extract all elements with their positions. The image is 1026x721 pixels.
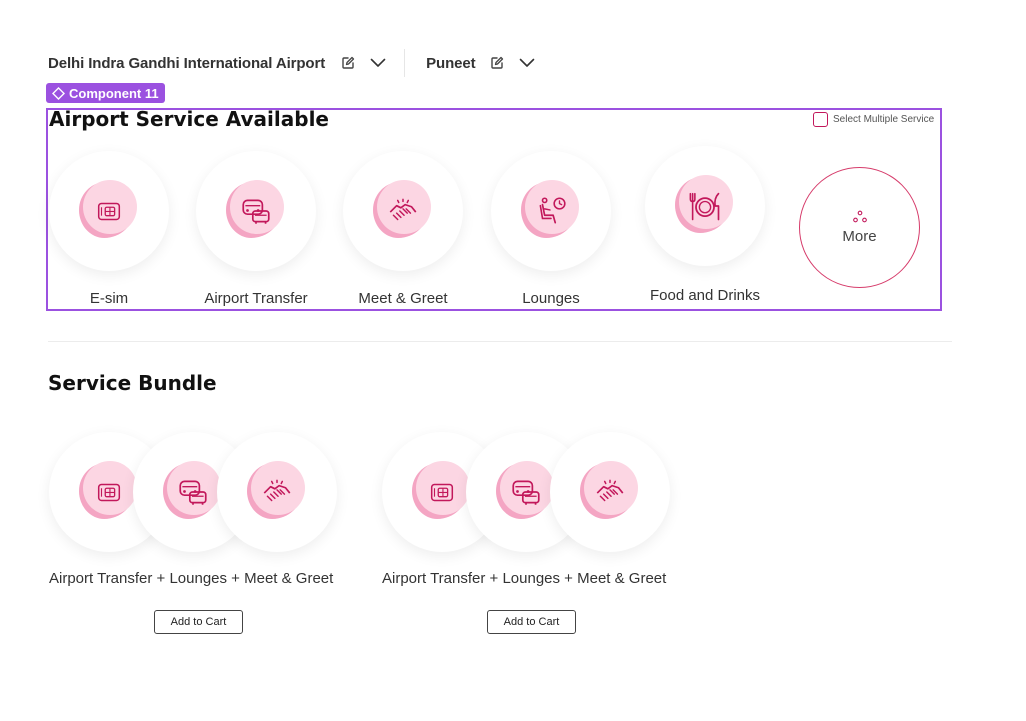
header-bar: Delhi Indra Gandhi International Airport…: [48, 49, 536, 77]
more-services-button[interactable]: More: [799, 167, 920, 288]
service-food-drinks[interactable]: [645, 146, 765, 266]
bundle-icon-circle: [217, 432, 337, 552]
edit-icon[interactable]: [339, 54, 357, 72]
diamond-icon: [52, 86, 65, 100]
component-tag-label: Component 11: [69, 85, 159, 101]
header-divider: [404, 49, 406, 77]
more-label: More: [842, 228, 877, 245]
sim-card-icon: [94, 196, 124, 226]
add-to-cart-button[interactable]: Add to Cart: [154, 610, 243, 634]
user-name-label: Puneet: [426, 54, 476, 72]
bundle-label: Airport Transfer + Lounges + Meet & Gree…: [382, 570, 667, 587]
edit-icon[interactable]: [488, 54, 506, 72]
bundle-label: Airport Transfer + Lounges + Meet & Gree…: [49, 570, 334, 587]
handshake-icon: [260, 475, 294, 509]
car-transfer-icon: [239, 194, 273, 228]
sim-card-icon: [94, 477, 124, 507]
handshake-icon: [593, 475, 627, 509]
service-label: Lounges: [522, 290, 580, 307]
lounge-seat-icon: [534, 194, 568, 228]
service-esim[interactable]: [49, 151, 169, 271]
fork-plate-knife-icon: [687, 188, 723, 224]
select-multiple-checkbox[interactable]: [813, 112, 828, 127]
service-label: Meet & Greet: [358, 290, 448, 307]
service-label: E-sim: [89, 290, 129, 307]
chevron-down-icon[interactable]: [518, 54, 536, 72]
car-transfer-icon: [176, 475, 210, 509]
bundle-icon-circle: [550, 432, 670, 552]
bundle-title: Service Bundle: [48, 371, 217, 395]
sim-card-icon: [427, 477, 457, 507]
service-airport-transfer[interactable]: [196, 151, 316, 271]
services-title: Airport Service Available: [49, 107, 329, 131]
service-label: Food and Drinks: [649, 287, 761, 304]
service-label: Airport Transfer: [204, 290, 308, 307]
service-meet-greet[interactable]: [343, 151, 463, 271]
section-divider: [48, 341, 952, 342]
component-tag: Component 11: [46, 83, 165, 103]
service-lounges[interactable]: [491, 151, 611, 271]
chevron-down-icon[interactable]: [369, 54, 387, 72]
select-multiple-label: Select Multiple Service: [833, 114, 935, 125]
car-transfer-icon: [509, 475, 543, 509]
select-multiple-toggle[interactable]: Select Multiple Service: [813, 112, 934, 127]
handshake-icon: [386, 194, 420, 228]
add-to-cart-button[interactable]: Add to Cart: [487, 610, 576, 634]
location-label: Delhi Indra Gandhi International Airport: [48, 54, 326, 72]
more-dots-icon: [852, 210, 867, 223]
